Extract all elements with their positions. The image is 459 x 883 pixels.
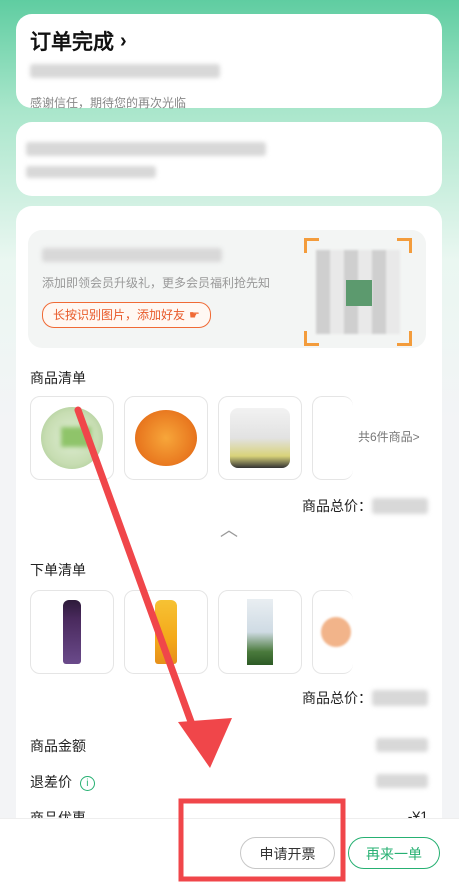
goods-amount-label: 商品金额 [30,738,86,754]
milk-carton-image [247,599,273,665]
redacted-refund-diff [376,774,428,788]
product-total-label: 商品总价： [302,498,372,514]
pointing-hand-icon: ☛ [189,308,200,322]
add-friend-button[interactable]: 长按识别图片，添加好友 ☛ [42,302,211,328]
refund-diff-label: 退差价 [30,774,72,790]
product-thumb-melon[interactable] [30,396,114,480]
redacted-order-total [372,690,428,706]
order-status-title[interactable]: 订单完成 › [30,26,127,56]
reorder-button[interactable]: 再来一单 [348,837,440,869]
redacted-goods-amount [376,738,428,752]
main-content-card: 添加即领会员升级礼，更多会员福利抢先知 长按识别图片，添加好友 ☛ 商品清单 共… [16,206,442,846]
thanks-text: 感谢信任，期待您的再次光临 [30,96,187,110]
redacted-info [30,64,220,78]
order-list-title: 下单清单 [30,562,86,578]
product-thumb-fruit-bag[interactable] [218,396,302,480]
refund-diff-row: 退差价 i [30,772,428,792]
orange-bottle-image [155,600,177,664]
goods-amount-row: 商品金额 [30,736,428,756]
add-friend-label: 长按识别图片，添加好友 [53,308,186,322]
redacted-address-line-1 [26,142,266,156]
qr-code-image [304,238,412,346]
chevron-right-icon: › [120,29,127,52]
order-total-label: 商品总价： [302,690,372,706]
orange-fruit-image [321,617,351,647]
purple-bottle-image [63,600,81,664]
order-thumb-milk[interactable] [218,590,302,674]
order-status-label: 订单完成 [30,31,114,54]
redacted-product-total [372,498,428,514]
order-status-card: 订单完成 › 感谢信任，期待您的再次光临 [16,14,442,110]
order-thumb-partial[interactable] [312,590,353,674]
fruit-bag-image [230,408,290,468]
collapse-chevron-icon[interactable]: ︿ [220,516,238,542]
redacted-overlay [61,427,91,447]
redacted-promo-title [42,248,222,262]
redacted-address-line-2 [26,166,156,178]
qr-logo [346,280,372,306]
order-thumb-juice-orange[interactable] [124,590,208,674]
product-thumb-papaya[interactable] [124,396,208,480]
apply-invoice-button[interactable]: 申请开票 [240,837,335,869]
promo-description: 添加即领会员升级礼，更多会员福利抢先知 [42,276,271,290]
bottom-action-bar: 申请开票 再来一单 [0,818,459,883]
order-thumb-juice-purple[interactable] [30,590,114,674]
product-thumb-partial[interactable] [312,396,353,480]
address-card [16,122,442,196]
more-products-link[interactable]: 共6件商品> [358,428,420,445]
info-icon[interactable]: i [79,775,95,791]
papaya-image [135,410,197,466]
membership-promo: 添加即领会员升级礼，更多会员福利抢先知 长按识别图片，添加好友 ☛ [28,230,426,348]
product-list-title: 商品清单 [30,370,86,386]
